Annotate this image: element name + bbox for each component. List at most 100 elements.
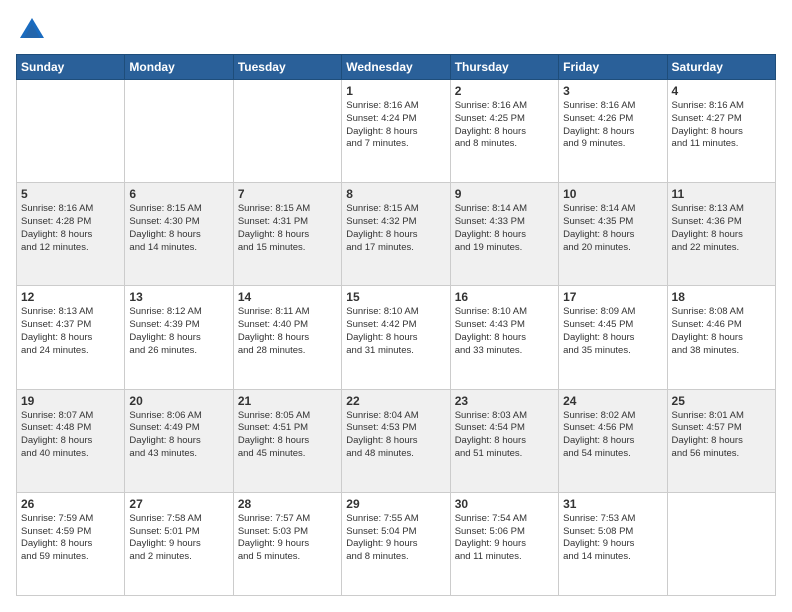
day-info: Sunrise: 7:53 AM Sunset: 5:08 PM Dayligh…: [563, 513, 662, 564]
day-info: Sunrise: 7:58 AM Sunset: 5:01 PM Dayligh…: [129, 513, 228, 564]
calendar-cell: 31 Sunrise: 7:53 AM Sunset: 5:08 PM Dayli…: [559, 492, 667, 595]
day-number: 23: [455, 394, 554, 408]
weekday-header: Thursday: [450, 55, 558, 80]
calendar-cell: 28 Sunrise: 7:57 AM Sunset: 5:03 PM Dayli…: [233, 492, 341, 595]
day-info: Sunrise: 8:12 AM Sunset: 4:39 PM Dayligh…: [129, 306, 228, 357]
day-info: Sunrise: 8:13 AM Sunset: 4:37 PM Dayligh…: [21, 306, 120, 357]
calendar-week-row: 1Sunrise: 8:16 AM Sunset: 4:24 PM Daylig…: [17, 80, 776, 183]
day-number: 8: [346, 187, 445, 201]
calendar-cell: 1Sunrise: 8:16 AM Sunset: 4:24 PM Daylig…: [342, 80, 450, 183]
day-info: Sunrise: 8:16 AM Sunset: 4:24 PM Dayligh…: [346, 100, 445, 151]
day-number: 14: [238, 290, 337, 304]
day-number: 22: [346, 394, 445, 408]
calendar-cell: 10 Sunrise: 8:14 AM Sunset: 4:35 PM Dayli…: [559, 183, 667, 286]
day-info: Sunrise: 8:14 AM Sunset: 4:33 PM Dayligh…: [455, 203, 554, 254]
day-info: Sunrise: 8:05 AM Sunset: 4:51 PM Dayligh…: [238, 410, 337, 461]
calendar-cell: 3 Sunrise: 8:16 AM Sunset: 4:26 PM Daylig…: [559, 80, 667, 183]
day-number: 30: [455, 497, 554, 511]
calendar-cell: 2 Sunrise: 8:16 AM Sunset: 4:25 PM Daylig…: [450, 80, 558, 183]
calendar-cell: 15 Sunrise: 8:10 AM Sunset: 4:42 PM Dayli…: [342, 286, 450, 389]
calendar-cell: 26 Sunrise: 7:59 AM Sunset: 4:59 PM Dayli…: [17, 492, 125, 595]
day-number: 9: [455, 187, 554, 201]
weekday-header: Saturday: [667, 55, 775, 80]
day-info: Sunrise: 8:16 AM Sunset: 4:28 PM Dayligh…: [21, 203, 120, 254]
calendar-cell: 6 Sunrise: 8:15 AM Sunset: 4:30 PM Daylig…: [125, 183, 233, 286]
calendar-week-row: 26 Sunrise: 7:59 AM Sunset: 4:59 PM Dayli…: [17, 492, 776, 595]
day-number: 21: [238, 394, 337, 408]
day-number: 31: [563, 497, 662, 511]
day-info: Sunrise: 8:16 AM Sunset: 4:27 PM Dayligh…: [672, 100, 771, 151]
day-info: Sunrise: 7:54 AM Sunset: 5:06 PM Dayligh…: [455, 513, 554, 564]
calendar-cell: 30 Sunrise: 7:54 AM Sunset: 5:06 PM Dayli…: [450, 492, 558, 595]
calendar-cell: 17 Sunrise: 8:09 AM Sunset: 4:45 PM Dayli…: [559, 286, 667, 389]
weekday-header: Tuesday: [233, 55, 341, 80]
day-number: 29: [346, 497, 445, 511]
day-info: Sunrise: 8:16 AM Sunset: 4:25 PM Dayligh…: [455, 100, 554, 151]
day-info: Sunrise: 8:07 AM Sunset: 4:48 PM Dayligh…: [21, 410, 120, 461]
day-info: Sunrise: 8:01 AM Sunset: 4:57 PM Dayligh…: [672, 410, 771, 461]
calendar-cell: 24 Sunrise: 8:02 AM Sunset: 4:56 PM Dayli…: [559, 389, 667, 492]
day-number: 24: [563, 394, 662, 408]
weekday-header-row: SundayMondayTuesdayWednesdayThursdayFrid…: [17, 55, 776, 80]
logo: [16, 16, 46, 44]
day-info: Sunrise: 8:02 AM Sunset: 4:56 PM Dayligh…: [563, 410, 662, 461]
day-number: 27: [129, 497, 228, 511]
day-info: Sunrise: 8:09 AM Sunset: 4:45 PM Dayligh…: [563, 306, 662, 357]
day-info: Sunrise: 8:16 AM Sunset: 4:26 PM Dayligh…: [563, 100, 662, 151]
calendar-cell: 16 Sunrise: 8:10 AM Sunset: 4:43 PM Dayli…: [450, 286, 558, 389]
calendar-cell: 9 Sunrise: 8:14 AM Sunset: 4:33 PM Daylig…: [450, 183, 558, 286]
weekday-header: Monday: [125, 55, 233, 80]
day-info: Sunrise: 8:13 AM Sunset: 4:36 PM Dayligh…: [672, 203, 771, 254]
calendar-cell: 23 Sunrise: 8:03 AM Sunset: 4:54 PM Dayli…: [450, 389, 558, 492]
calendar-cell: [667, 492, 775, 595]
day-number: 17: [563, 290, 662, 304]
calendar-cell: 27 Sunrise: 7:58 AM Sunset: 5:01 PM Dayli…: [125, 492, 233, 595]
day-number: 5: [21, 187, 120, 201]
day-info: Sunrise: 8:15 AM Sunset: 4:30 PM Dayligh…: [129, 203, 228, 254]
day-number: 10: [563, 187, 662, 201]
day-info: Sunrise: 7:55 AM Sunset: 5:04 PM Dayligh…: [346, 513, 445, 564]
calendar-week-row: 5 Sunrise: 8:16 AM Sunset: 4:28 PM Daylig…: [17, 183, 776, 286]
calendar-cell: 12 Sunrise: 8:13 AM Sunset: 4:37 PM Dayli…: [17, 286, 125, 389]
calendar-cell: 4Sunrise: 8:16 AM Sunset: 4:27 PM Daylig…: [667, 80, 775, 183]
day-number: 2: [455, 84, 554, 98]
calendar-week-row: 12 Sunrise: 8:13 AM Sunset: 4:37 PM Dayli…: [17, 286, 776, 389]
day-number: 3: [563, 84, 662, 98]
calendar-cell: 29 Sunrise: 7:55 AM Sunset: 5:04 PM Dayli…: [342, 492, 450, 595]
calendar-cell: 21 Sunrise: 8:05 AM Sunset: 4:51 PM Dayli…: [233, 389, 341, 492]
day-number: 28: [238, 497, 337, 511]
day-number: 7: [238, 187, 337, 201]
day-number: 16: [455, 290, 554, 304]
day-info: Sunrise: 8:04 AM Sunset: 4:53 PM Dayligh…: [346, 410, 445, 461]
weekday-header: Sunday: [17, 55, 125, 80]
day-info: Sunrise: 8:08 AM Sunset: 4:46 PM Dayligh…: [672, 306, 771, 357]
day-info: Sunrise: 8:03 AM Sunset: 4:54 PM Dayligh…: [455, 410, 554, 461]
day-info: Sunrise: 7:59 AM Sunset: 4:59 PM Dayligh…: [21, 513, 120, 564]
day-info: Sunrise: 8:15 AM Sunset: 4:32 PM Dayligh…: [346, 203, 445, 254]
calendar-table: SundayMondayTuesdayWednesdayThursdayFrid…: [16, 54, 776, 596]
logo-icon: [18, 16, 46, 44]
calendar-cell: 7Sunrise: 8:15 AM Sunset: 4:31 PM Daylig…: [233, 183, 341, 286]
day-number: 19: [21, 394, 120, 408]
day-info: Sunrise: 8:10 AM Sunset: 4:43 PM Dayligh…: [455, 306, 554, 357]
day-info: Sunrise: 8:10 AM Sunset: 4:42 PM Dayligh…: [346, 306, 445, 357]
calendar-cell: 5 Sunrise: 8:16 AM Sunset: 4:28 PM Daylig…: [17, 183, 125, 286]
page: SundayMondayTuesdayWednesdayThursdayFrid…: [0, 0, 792, 612]
day-number: 15: [346, 290, 445, 304]
day-info: Sunrise: 8:14 AM Sunset: 4:35 PM Dayligh…: [563, 203, 662, 254]
day-number: 25: [672, 394, 771, 408]
day-number: 11: [672, 187, 771, 201]
calendar-cell: 11 Sunrise: 8:13 AM Sunset: 4:36 PM Dayli…: [667, 183, 775, 286]
day-number: 26: [21, 497, 120, 511]
day-number: 12: [21, 290, 120, 304]
day-number: 20: [129, 394, 228, 408]
calendar-cell: 19 Sunrise: 8:07 AM Sunset: 4:48 PM Dayli…: [17, 389, 125, 492]
calendar-cell: [233, 80, 341, 183]
weekday-header: Friday: [559, 55, 667, 80]
calendar-cell: 25 Sunrise: 8:01 AM Sunset: 4:57 PM Dayli…: [667, 389, 775, 492]
day-number: 6: [129, 187, 228, 201]
calendar-cell: 22 Sunrise: 8:04 AM Sunset: 4:53 PM Dayli…: [342, 389, 450, 492]
weekday-header: Wednesday: [342, 55, 450, 80]
day-info: Sunrise: 7:57 AM Sunset: 5:03 PM Dayligh…: [238, 513, 337, 564]
calendar-cell: 18Sunrise: 8:08 AM Sunset: 4:46 PM Dayli…: [667, 286, 775, 389]
